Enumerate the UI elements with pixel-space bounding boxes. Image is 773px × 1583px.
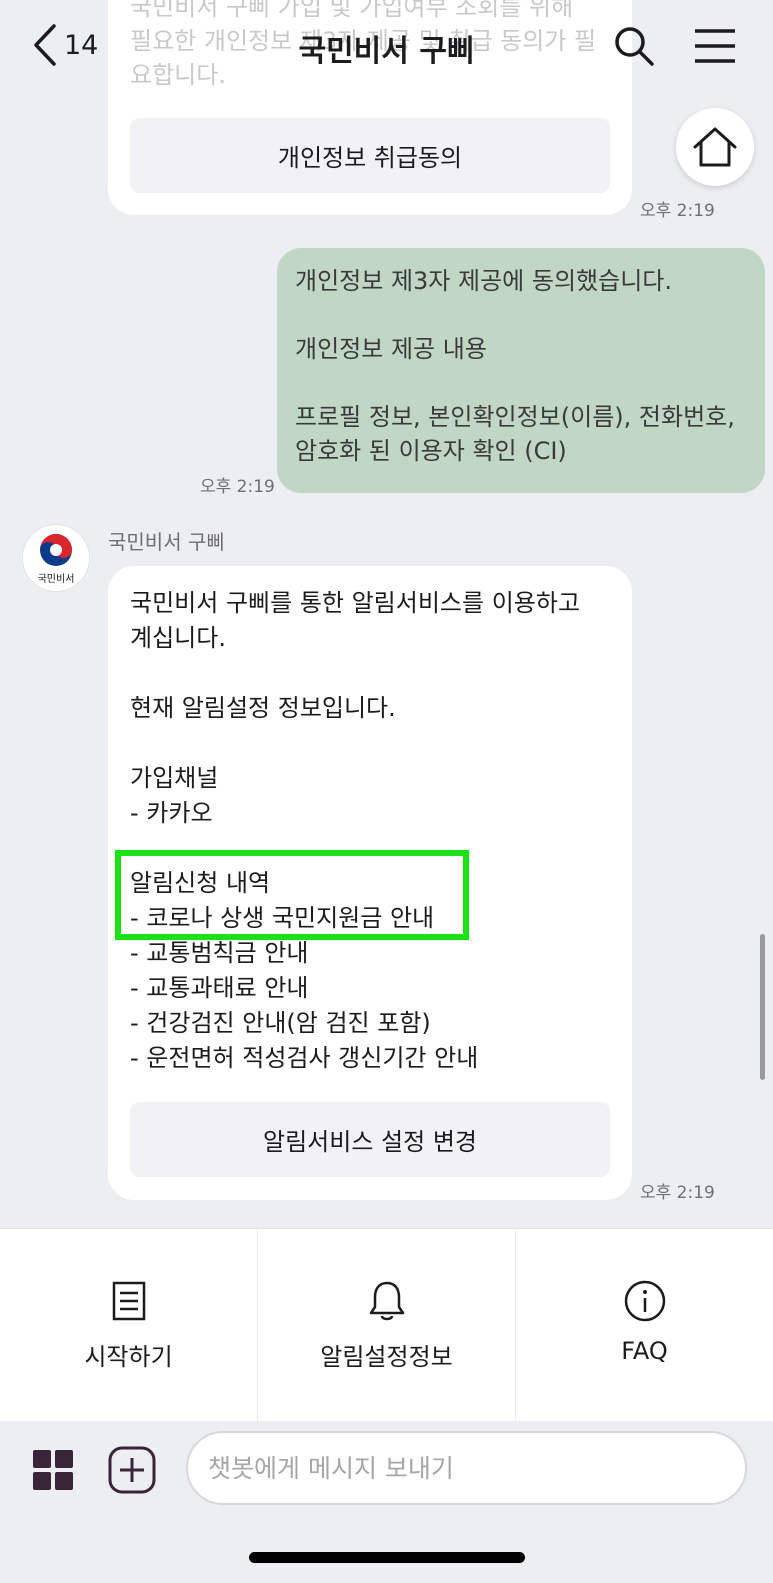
hamburger-menu-icon[interactable]	[693, 26, 737, 66]
quick-menu-label: FAQ	[621, 1337, 668, 1365]
bot-message-line: 계십니다.	[130, 624, 226, 652]
page-title: 국민비서 구삐	[298, 34, 475, 69]
quick-menu-start[interactable]: 시작하기	[0, 1229, 258, 1421]
bot-message-line	[130, 656, 610, 691]
message-time: 오후 2:19	[640, 1183, 715, 1203]
search-icon[interactable]	[612, 24, 656, 68]
bell-icon	[369, 1281, 404, 1321]
document-icon	[112, 1281, 145, 1321]
bot-message-line: - 운전면허 적성검사 갱신기간 안내	[130, 1044, 479, 1072]
bot-message-line	[130, 831, 610, 866]
user-message-line: 프로필 정보, 본인확인정보(이름), 전화번호,	[295, 403, 735, 431]
avatar-label: 국민비서	[37, 573, 75, 585]
bot-message-line: 국민비서 구삐를 통한 알림서비스를 이용하고	[130, 589, 581, 617]
message-time: 오후 2:19	[200, 477, 275, 497]
sender-name: 국민비서 구삐	[108, 530, 225, 554]
home-indicator[interactable]	[249, 1552, 525, 1563]
bot-message-line: - 교통범칙금 안내	[130, 939, 309, 967]
grid-menu-icon[interactable]	[33, 1450, 73, 1490]
plus-icon[interactable]	[108, 1446, 156, 1494]
quick-menu-faq[interactable]: FAQ	[516, 1229, 773, 1421]
quick-menu-label: 시작하기	[84, 1343, 173, 1371]
bot-message-line	[130, 726, 610, 761]
user-message-line: 암호화 된 이용자 확인 (CI)	[295, 437, 567, 465]
bot-message-line: 현재 알림설정 정보입니다.	[130, 694, 396, 722]
home-button[interactable]	[676, 108, 754, 186]
bot-message-line: - 건강검진 안내(암 검진 포함)	[130, 1009, 431, 1037]
bot-message-line: 가입채널	[130, 764, 219, 792]
bot-message-line: - 코로나 상생 국민지원금 안내	[130, 904, 435, 932]
message-input[interactable]	[186, 1431, 747, 1505]
header: 14 국민비서 구삐	[0, 0, 773, 90]
bot-message-line: 알림신청 내역	[130, 869, 271, 897]
bot-message-text: 국민비서 구삐를 통한 알림서비스를 이용하고 계십니다. 현재 알림설정 정보…	[130, 586, 610, 1076]
message-time: 오후 2:19	[640, 201, 715, 221]
change-notification-settings-label: 알림서비스 설정 변경	[263, 1128, 477, 1156]
scrollbar[interactable]	[760, 934, 765, 1080]
home-icon	[693, 127, 737, 167]
quick-menu-label: 알림설정정보	[320, 1343, 453, 1371]
quick-menu: 시작하기 알림설정정보 FAQ	[0, 1228, 773, 1421]
user-message-line: 개인정보 제공 내용	[295, 335, 487, 363]
privacy-consent-label: 개인정보 취급동의	[277, 144, 463, 172]
user-message-line: 개인정보 제3자 제공에 동의했습니다.	[295, 267, 672, 295]
privacy-consent-button[interactable]: 개인정보 취급동의	[130, 118, 610, 193]
bot-message-line: - 교통과태료 안내	[130, 974, 309, 1002]
change-notification-settings-button[interactable]: 알림서비스 설정 변경	[130, 1102, 610, 1177]
bot-message-notification-info: 국민비서 구삐를 통한 알림서비스를 이용하고 계십니다. 현재 알림설정 정보…	[108, 566, 632, 1200]
info-icon	[624, 1280, 665, 1322]
bot-message-line: - 카카오	[130, 799, 213, 827]
bot-avatar[interactable]: 국민비서	[22, 524, 90, 592]
quick-menu-notification-settings[interactable]: 알림설정정보	[258, 1229, 516, 1421]
chat-area: 개인정보 취급동의 국민비서 구삐 가입 및 가입여부 조회를 위해 필요한 개…	[0, 0, 773, 1228]
user-message: 개인정보 제3자 제공에 동의했습니다. 개인정보 제공 내용 프로필 정보, …	[277, 248, 765, 493]
taegeuk-logo-icon	[40, 533, 72, 566]
